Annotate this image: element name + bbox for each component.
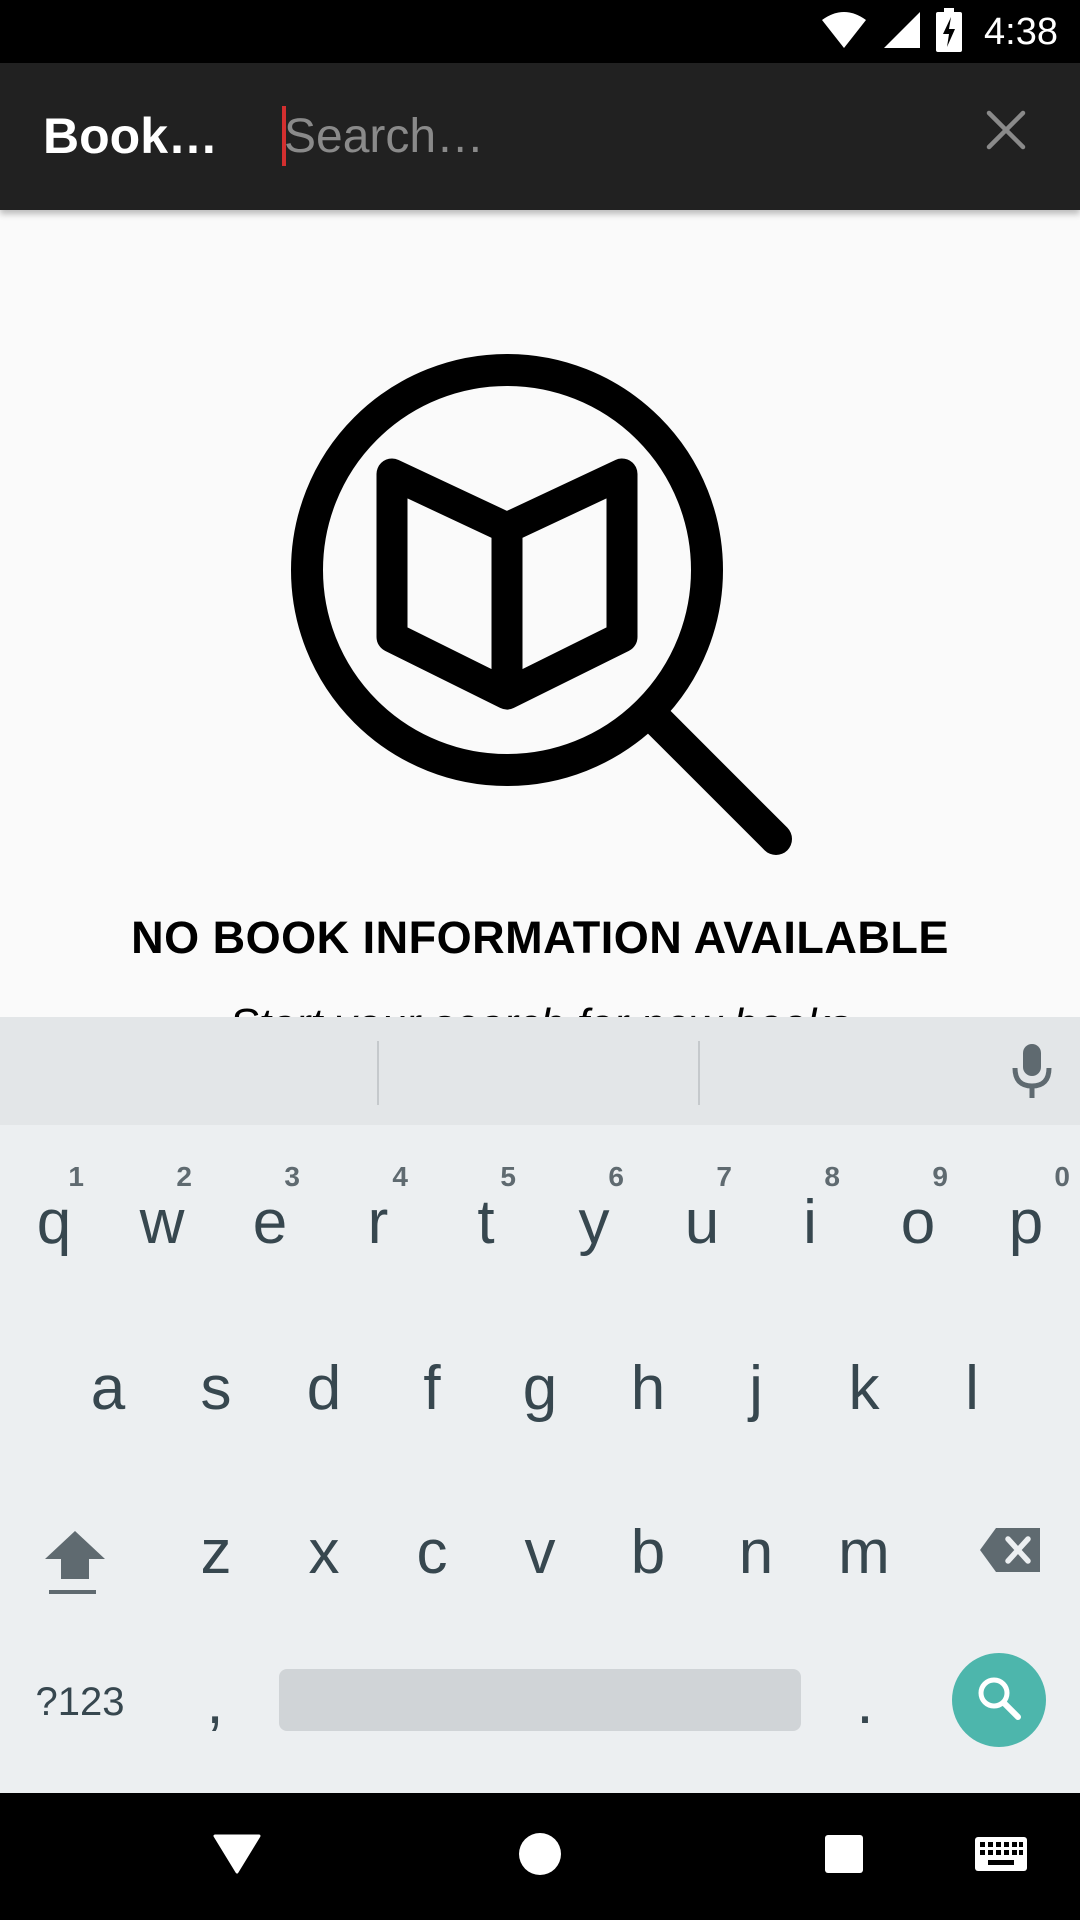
status-icons: 4:38 bbox=[820, 7, 1058, 57]
key-n[interactable]: n bbox=[702, 1477, 810, 1627]
back-button[interactable] bbox=[202, 1821, 272, 1891]
navigation-bar bbox=[0, 1793, 1080, 1920]
keyboard-switch-button[interactable] bbox=[966, 1821, 1036, 1891]
key-c[interactable]: c bbox=[378, 1477, 486, 1627]
key-p[interactable]: p0 bbox=[972, 1147, 1080, 1297]
key-y[interactable]: y6 bbox=[540, 1147, 648, 1297]
wifi-icon bbox=[820, 10, 868, 55]
key-hint: 0 bbox=[1054, 1161, 1070, 1192]
search-field[interactable] bbox=[282, 100, 942, 172]
app-title: Book… bbox=[43, 108, 218, 164]
key-label: w bbox=[139, 1187, 185, 1257]
key-hint: 7 bbox=[716, 1161, 732, 1192]
recents-icon bbox=[824, 1834, 864, 1879]
key-e[interactable]: e3 bbox=[216, 1147, 324, 1297]
key-h[interactable]: h bbox=[594, 1313, 702, 1463]
key-f[interactable]: f bbox=[378, 1313, 486, 1463]
key-w[interactable]: w2 bbox=[108, 1147, 216, 1297]
key-l[interactable]: l bbox=[918, 1313, 1026, 1463]
shift-icon bbox=[43, 1529, 107, 1586]
recents-button[interactable] bbox=[809, 1821, 879, 1891]
key-hint: 4 bbox=[392, 1161, 408, 1192]
status-bar: 4:38 bbox=[0, 0, 1080, 63]
key-label: o bbox=[900, 1187, 936, 1257]
comma-key[interactable]: , bbox=[170, 1637, 260, 1767]
key-u[interactable]: u7 bbox=[648, 1147, 756, 1297]
search-action-key[interactable] bbox=[952, 1653, 1046, 1747]
key-hint: 6 bbox=[608, 1161, 624, 1192]
key-hint: 2 bbox=[176, 1161, 192, 1192]
close-icon bbox=[986, 110, 1026, 155]
key-q[interactable]: q1 bbox=[0, 1147, 108, 1297]
app-bar: Book… bbox=[0, 63, 1080, 210]
battery-charging-icon bbox=[936, 7, 963, 57]
search-icon bbox=[976, 1675, 1022, 1726]
text-cursor bbox=[282, 106, 286, 166]
key-label: p bbox=[1008, 1187, 1044, 1257]
microphone-icon bbox=[1012, 1043, 1052, 1103]
key-o[interactable]: o9 bbox=[864, 1147, 972, 1297]
empty-state-title: NO BOOK INFORMATION AVAILABLE bbox=[131, 912, 949, 963]
key-hint: 1 bbox=[68, 1161, 84, 1192]
key-hint: 3 bbox=[284, 1161, 300, 1192]
key-g[interactable]: g bbox=[486, 1313, 594, 1463]
key-r[interactable]: r4 bbox=[324, 1147, 432, 1297]
book-search-icon bbox=[287, 354, 797, 864]
backspace-key[interactable] bbox=[955, 1497, 1065, 1607]
key-z[interactable]: z bbox=[162, 1477, 270, 1627]
period-key[interactable]: . bbox=[820, 1637, 910, 1767]
key-a[interactable]: a bbox=[54, 1313, 162, 1463]
key-hint: 8 bbox=[824, 1161, 840, 1192]
backspace-icon bbox=[978, 1526, 1042, 1579]
voice-input-button[interactable] bbox=[1006, 1043, 1058, 1103]
keyboard-icon bbox=[974, 1836, 1028, 1877]
suggestion-divider bbox=[377, 1041, 379, 1105]
key-label: q bbox=[36, 1187, 72, 1257]
symbols-key[interactable]: ?123 bbox=[20, 1637, 140, 1767]
key-label: u bbox=[684, 1187, 720, 1257]
soft-keyboard: q1 w2 e3 r4 t5 y6 u7 i8 o9 p0 a s d f g … bbox=[0, 1017, 1080, 1793]
key-x[interactable]: x bbox=[270, 1477, 378, 1627]
back-icon bbox=[213, 1834, 261, 1879]
status-time: 4:38 bbox=[984, 10, 1058, 53]
key-label: t bbox=[477, 1187, 495, 1257]
signal-icon bbox=[882, 10, 922, 55]
shift-indicator bbox=[49, 1590, 96, 1594]
key-hint: 5 bbox=[500, 1161, 516, 1192]
key-j[interactable]: j bbox=[702, 1313, 810, 1463]
shift-key[interactable] bbox=[20, 1487, 130, 1627]
key-label: e bbox=[252, 1187, 288, 1257]
key-m[interactable]: m bbox=[810, 1477, 918, 1627]
close-search-button[interactable] bbox=[976, 102, 1036, 162]
key-label: i bbox=[803, 1187, 817, 1257]
home-button[interactable] bbox=[505, 1821, 575, 1891]
key-b[interactable]: b bbox=[594, 1477, 702, 1627]
key-s[interactable]: s bbox=[162, 1313, 270, 1463]
key-v[interactable]: v bbox=[486, 1477, 594, 1627]
search-input[interactable] bbox=[282, 100, 942, 172]
home-icon bbox=[518, 1832, 562, 1881]
key-d[interactable]: d bbox=[270, 1313, 378, 1463]
space-key[interactable] bbox=[279, 1669, 801, 1731]
key-label: y bbox=[578, 1187, 610, 1257]
suggestion-divider bbox=[698, 1041, 700, 1105]
key-label: r bbox=[367, 1187, 389, 1257]
key-t[interactable]: t5 bbox=[432, 1147, 540, 1297]
key-hint: 9 bbox=[932, 1161, 948, 1192]
key-k[interactable]: k bbox=[810, 1313, 918, 1463]
key-i[interactable]: i8 bbox=[756, 1147, 864, 1297]
suggestion-strip bbox=[0, 1017, 1080, 1125]
